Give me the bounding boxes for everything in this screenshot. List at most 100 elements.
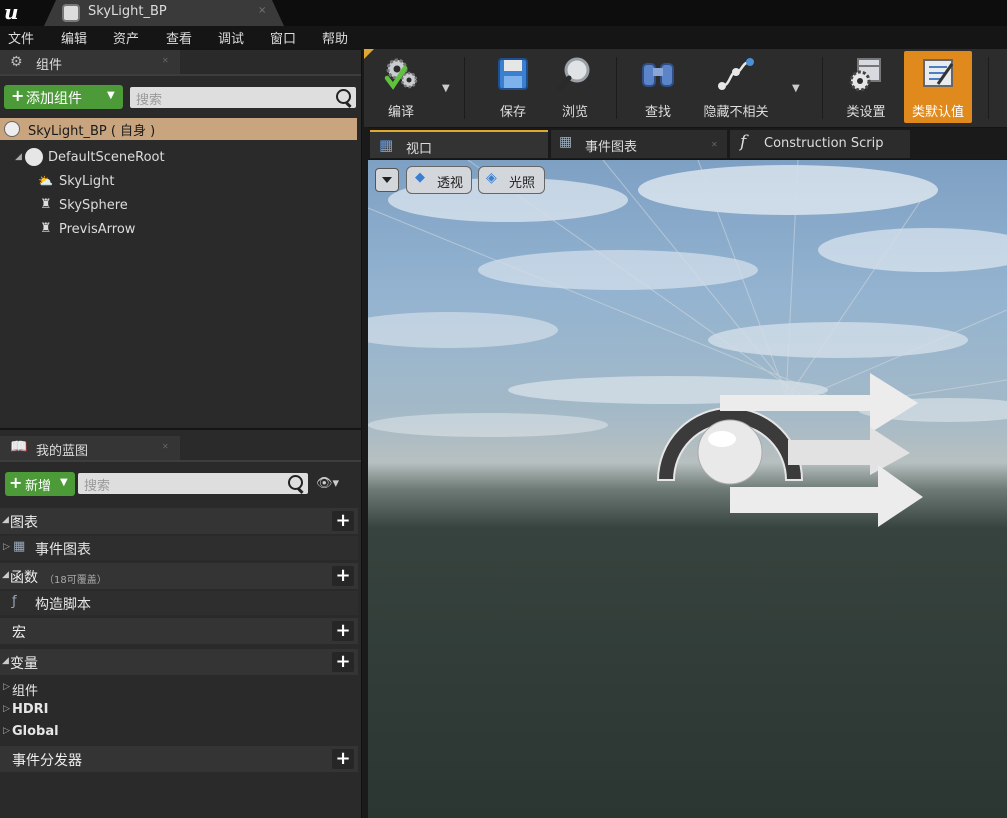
class-defaults-button[interactable]: 类默认值 [904,51,972,123]
variable-category-label: HDRI [12,702,49,717]
hide-unrelated-label: 隐藏不相关 [703,105,769,120]
components-panel-tab[interactable]: ⚙ 组件 ✕ [0,50,180,74]
section-event-dispatchers[interactable]: 事件分发器 + [0,746,358,772]
hide-unrelated-button[interactable]: 隐藏不相关 [694,49,778,125]
add-new-label: 新增 [25,479,52,494]
variable-category-label: 组件 [12,684,39,699]
viewport-grid-icon: ▦ [379,136,394,154]
close-icon[interactable]: × [258,5,266,16]
dropdown-arrow-icon: ▼ [107,90,115,101]
add-new-button[interactable]: + 新增 ▼ [5,472,75,496]
add-macro-button[interactable]: + [332,621,354,641]
find-binoculars-icon [642,63,674,87]
compile-button[interactable]: 编译 [370,49,432,125]
plus-icon: + [11,86,25,105]
panel-close-icon[interactable]: ✕ [162,442,169,451]
hide-unrelated-nodes-icon [718,58,754,90]
add-component-label: 添加组件 [26,91,82,107]
section-variables[interactable]: ◢ 变量 + [0,649,358,675]
browse-button[interactable]: 浏览 [546,49,604,125]
find-label: 查找 [644,105,671,120]
lit-cube-icon: ◈ [486,170,497,186]
find-button[interactable]: 查找 [630,49,686,125]
book-icon: 📖 [10,439,28,455]
section-functions[interactable]: ◢ 函数 （18可覆盖） + [0,563,358,589]
panel-close-icon[interactable]: ✕ [162,56,169,65]
tab-construction-script[interactable]: f Construction Scrip [730,130,910,158]
tab-event-graph[interactable]: ▦ 事件图表 ✕ [551,130,727,158]
variable-category-components[interactable]: ▷ 组件 [0,677,358,699]
blueprint-search-input[interactable]: 搜索 [78,473,308,494]
class-defaults-label: 类默认值 [911,105,964,120]
tab-event-graph-label: 事件图表 [585,140,638,155]
perspective-label: 透视 [437,176,464,191]
list-item-construction-script[interactable]: ƒ 构造脚本 [0,591,358,615]
toolbar-separator [822,57,823,119]
add-graph-button[interactable]: + [332,511,354,531]
menu-file[interactable]: 文件 [8,28,34,47]
collapse-triangle-icon: ◢ [2,656,9,666]
tree-item-skysphere[interactable]: SkySphere [59,198,128,213]
browse-magnifier-icon [557,57,590,91]
event-graph-label: 事件图表 [35,542,91,558]
tab-close-icon[interactable]: ✕ [711,140,718,149]
add-variable-button[interactable]: + [332,652,354,672]
visibility-eye-icon[interactable]: 👁▾ [316,476,339,491]
menu-debug[interactable]: 调试 [218,28,244,47]
save-button[interactable]: 保存 [484,49,542,125]
tree-item-default-scene-root[interactable]: DefaultSceneRoot [48,150,165,165]
skylight-icon: ⛅ [38,174,53,188]
tab-viewport[interactable]: ▦ 视口 [370,130,548,158]
unreal-logo-icon[interactable]: u [4,1,30,25]
functions-override-count: （18可覆盖） [44,575,107,586]
skylight-actor-preview [656,373,923,527]
expand-triangle-icon[interactable]: ◢ [15,152,22,162]
list-item-event-graph[interactable]: ▷ ▦ 事件图表 [0,536,358,560]
viewport-3d[interactable]: ◆ 透视 ◈ 光照 [368,160,1007,818]
section-graphs[interactable]: ◢ 图表 + [0,508,358,534]
save-disk-icon [498,58,528,90]
compile-options-arrow-icon[interactable]: ▼ [442,83,450,94]
viewport-options-button[interactable] [375,168,399,192]
expand-triangle-icon: ▷ [3,704,10,714]
title-bar: u SkyLight_BP × [0,0,1007,26]
plus-icon: + [9,473,23,492]
tree-item-skylight[interactable]: SkyLight [59,174,114,189]
save-label: 保存 [499,105,526,120]
menu-edit[interactable]: 编辑 [61,28,87,47]
hide-unrelated-options-arrow-icon[interactable]: ▼ [792,83,800,94]
lit-label: 光照 [509,176,536,191]
perspective-view-button[interactable]: ◆ 透视 [406,166,472,194]
menu-asset[interactable]: 资产 [113,28,139,47]
tab-viewport-label: 视口 [406,142,433,157]
menu-help[interactable]: 帮助 [322,28,348,47]
class-settings-button[interactable]: 类设置 [834,49,898,125]
my-blueprint-panel-tab[interactable]: 📖 我的蓝图 ✕ [0,436,180,460]
add-component-button[interactable]: + 添加组件 ▼ [4,85,123,109]
tree-item-previs-arrow[interactable]: PrevisArrow [59,222,135,237]
components-panel: ⚙ 组件 ✕ + 添加组件 ▼ 搜索 SkyLight_BP ( 自身 ) ◢ … [0,50,362,428]
toolbar-separator [616,57,617,119]
menu-window[interactable]: 窗口 [270,28,296,47]
add-event-dispatcher-button[interactable]: + [332,749,354,769]
self-component-row[interactable]: SkyLight_BP ( 自身 ) [0,118,357,140]
lit-mode-button[interactable]: ◈ 光照 [478,166,545,194]
variable-category-global[interactable]: ▷ Global [0,721,358,743]
event-graph-icon: ▦ [13,539,26,554]
scene-root-icon [25,148,43,166]
section-macros[interactable]: 宏 + [0,618,358,644]
document-tab-label: SkyLight_BP [88,4,167,19]
expand-triangle-icon: ▷ [3,726,10,736]
collapse-triangle-icon: ◢ [2,570,9,580]
section-functions-label: 函数 [10,570,38,586]
class-settings-icon [849,58,881,92]
menu-view[interactable]: 查看 [166,28,192,47]
blueprint-asset-icon [62,4,80,22]
add-function-button[interactable]: + [332,566,354,586]
editor-tab-bar: ▦ 视口 ▦ 事件图表 ✕ f Construction Scrip [368,128,1007,159]
collapse-triangle-icon: ◢ [2,515,9,525]
variable-category-hdri[interactable]: ▷ HDRI [0,699,358,721]
components-search-input[interactable]: 搜索 [130,87,356,108]
toolbar-separator [464,57,465,119]
dropdown-arrow-icon: ▼ [60,477,68,488]
